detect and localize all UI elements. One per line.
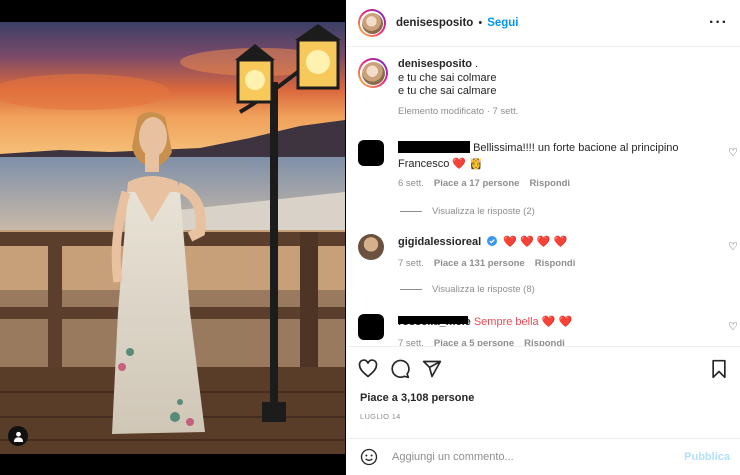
follow-button[interactable]: Segui bbox=[487, 17, 518, 29]
comment-item: Bellissima!!!! un forte bacione al princ… bbox=[358, 140, 738, 192]
comment-like-heart-icon[interactable]: ♡ bbox=[728, 320, 738, 333]
commenter-avatar-redacted[interactable] bbox=[358, 140, 384, 166]
caption-line-2: e tu che sai calmare bbox=[398, 85, 497, 97]
publish-button[interactable]: Pubblica bbox=[684, 451, 730, 463]
author-avatar[interactable] bbox=[358, 9, 386, 37]
caption-meta: Elemento modificato · 7 sett. bbox=[398, 105, 519, 117]
comment-like-heart-icon[interactable]: ♡ bbox=[728, 240, 738, 253]
sunset-portrait-image bbox=[0, 22, 345, 454]
post-likes-count[interactable]: Piace a 3,108 persone bbox=[360, 392, 474, 404]
verified-badge-icon bbox=[487, 236, 498, 246]
user-icon bbox=[13, 431, 23, 442]
comments-list[interactable]: denisesposito . e tu che sai colmare e t… bbox=[346, 48, 740, 346]
comment-text: ❤️ ❤️ ❤️ ❤️ bbox=[503, 236, 568, 248]
post-action-bar bbox=[346, 346, 740, 390]
post-details-panel: denisesposito • Segui ··· denisesposito … bbox=[346, 0, 740, 475]
comment-time: 6 sett. bbox=[398, 178, 424, 189]
share-send-icon[interactable] bbox=[422, 359, 442, 379]
post-photo[interactable] bbox=[0, 22, 345, 454]
post-caption: denisesposito . e tu che sai colmare e t… bbox=[358, 58, 518, 118]
caption-username[interactable]: denisesposito bbox=[398, 58, 472, 70]
commenter-username[interactable]: gigidalessioreal bbox=[398, 236, 481, 248]
view-replies-link[interactable]: Visualizza le risposte (8) bbox=[400, 284, 535, 295]
comment-item: rossella_mele Sempre bella ❤️ ❤️ 7 sett.… bbox=[358, 314, 738, 346]
comment-time: 7 sett. bbox=[398, 338, 424, 346]
caption-suffix: . bbox=[471, 58, 479, 70]
reply-button[interactable]: Rispondi bbox=[524, 336, 565, 346]
reply-button[interactable]: Rispondi bbox=[529, 176, 570, 192]
post-date[interactable]: LUGLIO 14 bbox=[360, 412, 401, 421]
post-header: denisesposito • Segui ··· bbox=[346, 0, 740, 47]
tagged-user-button[interactable] bbox=[8, 426, 28, 446]
comment-bubble-icon[interactable] bbox=[390, 359, 410, 379]
comment-likes-link[interactable]: Piace a 131 persone bbox=[434, 256, 525, 272]
view-replies-label: Visualizza le risposte (2) bbox=[432, 206, 535, 217]
author-username[interactable]: denisesposito bbox=[396, 17, 473, 29]
separator-dot: • bbox=[478, 17, 483, 29]
comment-like-heart-icon[interactable]: ♡ bbox=[728, 146, 738, 159]
emoji-smile-icon[interactable] bbox=[360, 448, 378, 466]
view-replies-link[interactable]: Visualizza le risposte (2) bbox=[400, 206, 535, 217]
save-bookmark-icon[interactable] bbox=[710, 359, 728, 379]
comment-time: 7 sett. bbox=[398, 258, 424, 269]
comment-input[interactable] bbox=[392, 451, 662, 463]
view-replies-label: Visualizza le risposte (8) bbox=[432, 284, 535, 295]
commenter-avatar-redacted[interactable] bbox=[358, 314, 384, 340]
comment-text: Sempre bella ❤️ ❤️ bbox=[473, 316, 573, 328]
comment-likes-link[interactable]: Piace a 5 persone bbox=[434, 336, 514, 346]
redacted-username bbox=[398, 141, 470, 153]
caption-line-1: e tu che sai colmare bbox=[398, 71, 497, 84]
caption-avatar[interactable] bbox=[358, 58, 388, 88]
commenter-avatar[interactable] bbox=[358, 234, 384, 260]
more-dots-icon[interactable]: ··· bbox=[709, 14, 728, 32]
like-heart-icon[interactable] bbox=[358, 359, 378, 379]
reply-button[interactable]: Rispondi bbox=[535, 256, 576, 272]
instagram-post-modal: denisesposito • Segui ··· denisesposito … bbox=[0, 0, 740, 475]
comment-item: gigidalessioreal ❤️ ❤️ ❤️ ❤️ 7 sett. Pia… bbox=[358, 234, 738, 272]
add-comment-bar: Pubblica bbox=[346, 438, 740, 475]
comment-likes-link[interactable]: Piace a 17 persone bbox=[434, 176, 520, 192]
